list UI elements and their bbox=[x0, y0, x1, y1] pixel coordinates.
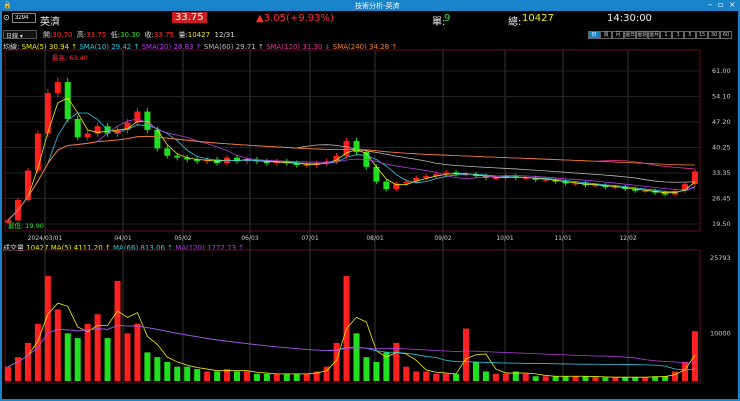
ohlc-bar: 開:30.70 高:33.75 低:30.30 收:33.75 量:10427 … bbox=[43, 30, 235, 40]
high-value: 33.75 bbox=[86, 31, 107, 39]
last-price: 33.75 bbox=[172, 12, 207, 23]
window-frame bbox=[0, 11, 740, 401]
period-button[interactable]: 30 bbox=[708, 31, 720, 39]
price-change: ▲3.05(+9.93%) bbox=[256, 13, 334, 24]
low-value: 30.30 bbox=[120, 31, 141, 39]
ma-legend-item: SMA(5) 30.94 ↑ bbox=[19, 43, 80, 51]
stock-name: 英濟 bbox=[40, 17, 60, 28]
ma-legend: 均線: SMA(5) 30.94 ↑ SMA(10) 29.42 ↑ SMA(2… bbox=[3, 42, 397, 52]
total-volume: 10427 bbox=[522, 13, 554, 24]
ma-legend-item: SMA(240) 34.28 ↑ bbox=[332, 43, 398, 51]
single-volume: 9 bbox=[444, 13, 451, 24]
volume-label: 成交量 bbox=[3, 244, 24, 252]
minimize-button[interactable]: – bbox=[708, 0, 712, 9]
period-button[interactable]: 日 bbox=[588, 31, 600, 39]
period-button[interactable]: 60 bbox=[720, 31, 732, 39]
period-button[interactable]: 還日 bbox=[624, 31, 636, 39]
ma-legend-label: 均線: bbox=[3, 43, 20, 51]
volume-ma-legend-item: MA(120) 1772.73 ↑ bbox=[175, 244, 245, 252]
volume-legend: 成交量 10427 MA(5) 4111.20 ↑ MA(66) 813.06 … bbox=[3, 243, 244, 253]
period-button[interactable]: 月 bbox=[612, 31, 624, 39]
open-value: 30.70 bbox=[52, 31, 73, 39]
period-button[interactable]: 3 bbox=[672, 31, 684, 39]
volume-ma-legend-item: MA(66) 813.06 ↑ bbox=[112, 244, 176, 252]
close-label: 收: bbox=[144, 31, 154, 39]
ma-legend-item: SMA(120) 31.30 ↓ bbox=[266, 43, 333, 51]
vol-label: 量: bbox=[178, 31, 188, 39]
period-button[interactable]: 15 bbox=[696, 31, 708, 39]
ma-legend-item: SMA(60) 29.71 ↑ bbox=[203, 43, 267, 51]
period-button[interactable]: 還週 bbox=[636, 31, 648, 39]
period-select[interactable]: 日線 ▾ bbox=[3, 30, 37, 40]
title-bar: 🔒 技術分析-英濟 – ▫ × bbox=[0, 0, 740, 11]
period-buttons: 日週月還日 還週 還月 1 3 5 15 30 60 bbox=[588, 31, 732, 39]
vol-value: 10427 bbox=[187, 31, 211, 39]
bar-date: 12/31 bbox=[214, 31, 235, 39]
restore-button[interactable]: ▫ bbox=[718, 0, 723, 9]
ma-legend-item: SMA(20) 28.83 ↑ bbox=[141, 43, 204, 51]
low-label: 低: bbox=[110, 31, 121, 39]
open-label: 開: bbox=[43, 31, 53, 39]
volume-value: 10427 bbox=[26, 244, 49, 252]
settings-icon[interactable]: ⊙ bbox=[3, 13, 10, 27]
period-value: 日線 bbox=[6, 33, 19, 40]
period-button[interactable]: 週 bbox=[600, 31, 612, 39]
lock-icon[interactable]: 🔒 bbox=[3, 1, 12, 9]
period-button[interactable]: 還月 bbox=[648, 31, 660, 39]
close-value: 33.75 bbox=[153, 31, 174, 39]
ma-legend-item: SMA(10) 29.42 ↑ bbox=[79, 43, 142, 51]
high-label: 高: bbox=[76, 31, 87, 39]
close-button[interactable]: × bbox=[729, 0, 736, 9]
quote-time: 14:30:00 bbox=[607, 13, 652, 24]
stock-code-input[interactable] bbox=[12, 13, 36, 23]
period-button[interactable]: 5 bbox=[684, 31, 696, 39]
period-button[interactable]: 1 bbox=[660, 31, 672, 39]
window-title: 技術分析-英濟 bbox=[355, 2, 400, 10]
volume-ma-legend-item: MA(5) 4111.20 ↑ bbox=[50, 244, 113, 252]
total-label: 總: bbox=[508, 17, 522, 28]
